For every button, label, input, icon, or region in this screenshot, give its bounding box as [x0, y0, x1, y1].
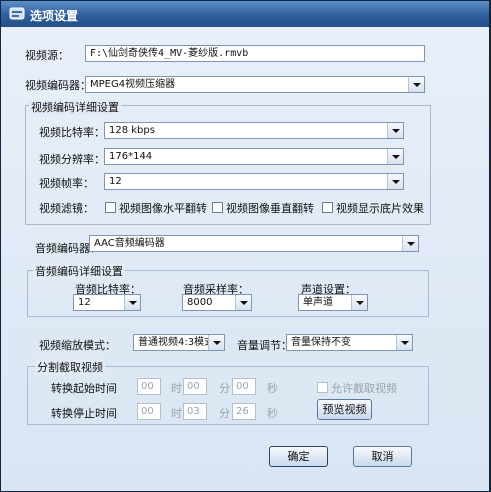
allow-split-checkbox[interactable] — [317, 382, 328, 393]
end-hour-unit: 时 — [171, 407, 182, 420]
ok-button[interactable]: 确定 — [269, 446, 328, 467]
start-minute-unit: 分 — [219, 382, 230, 395]
vflip-label: 视频图像垂直翻转 — [226, 202, 314, 215]
options-dialog: 选项设置 视频源： F:\仙剑奇侠传4_MV-菱纱版.rmvb 视频编码器： M… — [0, 0, 490, 492]
vflip-checkbox[interactable] — [212, 202, 223, 213]
audio-channel-select[interactable]: 单声道 — [298, 294, 368, 311]
audio-detail-title: 音频编码详细设置 — [33, 263, 125, 279]
chevron-down-icon[interactable] — [402, 236, 418, 251]
video-bitrate-label: 视频比特率： — [39, 126, 105, 139]
chevron-down-icon[interactable] — [396, 335, 412, 350]
start-time-label: 转换起始时间 — [51, 382, 117, 395]
start-second-field[interactable]: 00 — [232, 378, 256, 395]
video-filter-label: 视频滤镜： — [39, 202, 94, 215]
preview-video-button[interactable]: 预览视频 — [317, 399, 372, 420]
chevron-down-icon[interactable] — [208, 335, 224, 350]
end-second-unit: 秒 — [267, 407, 278, 420]
chevron-down-icon[interactable] — [235, 295, 251, 310]
volume-select[interactable]: 音量保持不变 — [286, 334, 413, 351]
hflip-label: 视频图像水平翻转 — [119, 202, 207, 215]
video-source-label: 视频源： — [25, 49, 69, 62]
video-framerate-label: 视频帧率： — [39, 177, 94, 190]
volume-value: 音量保持不变 — [291, 337, 351, 348]
start-hour-unit: 时 — [171, 382, 182, 395]
window-title: 选项设置 — [30, 9, 79, 23]
video-encoder-select[interactable]: MPEG4视频压缩器 — [85, 76, 425, 93]
chevron-down-icon[interactable] — [387, 123, 403, 138]
video-source-field[interactable]: F:\仙剑奇侠传4_MV-菱纱版.rmvb — [85, 45, 425, 62]
audio-bitrate-value: 12 — [78, 297, 91, 308]
settings-window-icon — [9, 7, 25, 20]
chevron-down-icon[interactable] — [351, 295, 367, 310]
audio-encoder-select[interactable]: AAC音频编码器 — [89, 235, 419, 252]
video-resolution-label: 视频分辨率： — [39, 153, 105, 166]
end-minute-field[interactable]: 03 — [183, 403, 207, 420]
end-hour-field[interactable]: 00 — [137, 403, 161, 420]
negative-checkbox[interactable] — [322, 202, 333, 213]
title-bar[interactable]: 选项设置 — [1, 1, 489, 27]
audio-bitrate-select[interactable]: 12 — [73, 294, 141, 311]
scale-mode-value: 普通视频4:3模式 — [138, 337, 215, 348]
start-second-unit: 秒 — [267, 382, 278, 395]
end-time-label: 转换停止时间 — [51, 407, 117, 420]
chevron-down-icon[interactable] — [387, 149, 403, 164]
video-bitrate-select[interactable]: 128 kbps — [104, 122, 404, 139]
end-minute-unit: 分 — [219, 407, 230, 420]
video-encoder-value: MPEG4视频压缩器 — [90, 79, 176, 90]
audio-samplerate-select[interactable]: 8000 — [182, 294, 252, 311]
audio-encoder-value: AAC音频编码器 — [94, 238, 165, 249]
video-detail-title: 视频编码详细设置 — [29, 99, 121, 115]
cancel-button[interactable]: 取消 — [353, 446, 412, 467]
audio-channel-value: 单声道 — [303, 297, 333, 308]
video-framerate-select[interactable]: 12 — [104, 173, 404, 190]
chevron-down-icon[interactable] — [387, 174, 403, 189]
scale-mode-select[interactable]: 普通视频4:3模式 — [133, 334, 225, 351]
dialog-body: 视频源： F:\仙剑奇侠传4_MV-菱纱版.rmvb 视频编码器： MPEG4视… — [1, 27, 489, 491]
video-framerate-value: 12 — [109, 176, 122, 187]
scale-mode-label: 视频缩放模式： — [39, 339, 116, 352]
end-second-field[interactable]: 26 — [232, 403, 256, 420]
video-resolution-select[interactable]: 176*144 — [104, 148, 404, 165]
hflip-checkbox[interactable] — [105, 202, 116, 213]
start-hour-field[interactable]: 00 — [137, 378, 161, 395]
split-title: 分割截取视频 — [35, 359, 105, 375]
allow-split-label: 允许截取视频 — [331, 382, 397, 395]
video-bitrate-value: 128 kbps — [109, 125, 155, 136]
volume-label: 音量调节： — [237, 339, 292, 352]
audio-samplerate-value: 8000 — [187, 297, 213, 308]
video-encoder-label: 视频编码器： — [25, 79, 91, 92]
negative-label: 视频显示底片效果 — [336, 202, 424, 215]
start-minute-field[interactable]: 00 — [183, 378, 207, 395]
chevron-down-icon[interactable] — [408, 77, 424, 92]
chevron-down-icon[interactable] — [124, 295, 140, 310]
video-resolution-value: 176*144 — [109, 151, 153, 162]
